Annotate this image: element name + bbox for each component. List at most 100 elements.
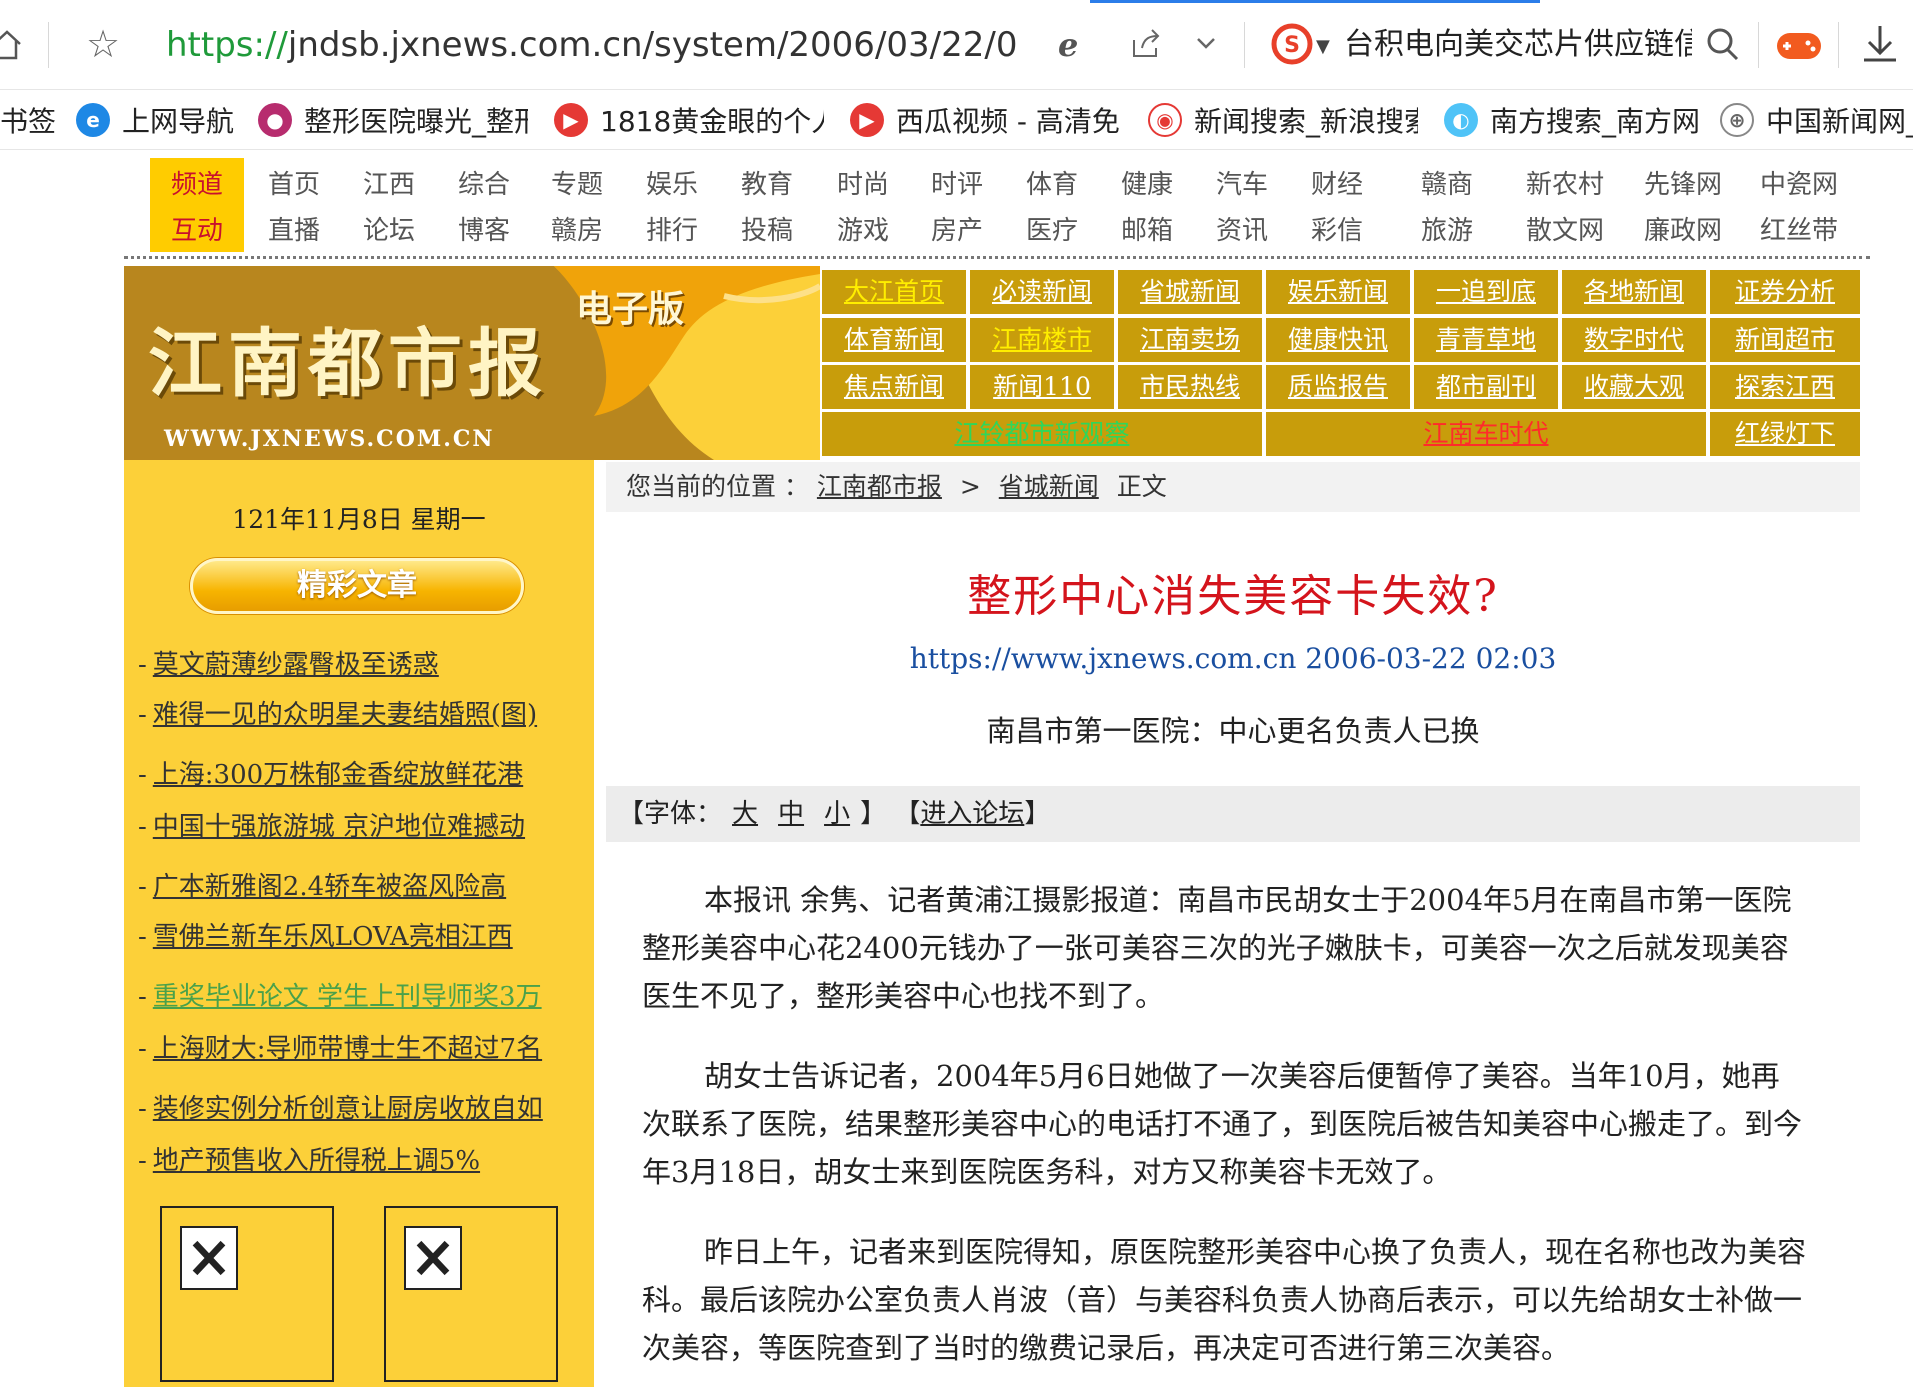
sidebar-link-text[interactable]: 莫文蔚薄纱露臀极至诱惑 [153,650,439,680]
sogou-search-engine-icon[interactable]: S [1270,22,1314,66]
section-link[interactable]: 必读新闻 [992,277,1092,306]
sidebar-link[interactable]: - 地产预售收入所得税上调5% [138,1140,594,1177]
bookmark-item[interactable]: ◉ 新闻搜索_新浪搜索 [1148,90,1418,150]
channel-link[interactable]: 散文网 [1510,210,1620,247]
section-link[interactable]: 新闻超市 [1735,325,1835,354]
section-link[interactable]: 江南卖场 [1140,325,1240,354]
channel-link[interactable]: 时尚 [816,164,910,201]
channel-link[interactable]: 健康 [1100,164,1194,201]
section-link[interactable]: 新闻110 [993,372,1091,401]
section-link[interactable]: 市民热线 [1140,372,1240,401]
breadcrumb-link-newspaper[interactable]: 江南都市报 [817,472,942,501]
section-link-cell[interactable]: 新闻110 [970,365,1114,409]
section-link-cell[interactable]: 大江首页 [822,270,966,314]
sidebar-link-text[interactable]: 难得一见的众明星夫妻结婚照(图) [153,700,537,730]
sidebar-link[interactable]: - 雪佛兰新车乐风LOVA亮相江西 [138,916,594,953]
channel-link[interactable]: 专题 [530,164,624,201]
sidebar-link[interactable]: - 上海:300万株郁金香绽放鲜花港 [138,754,594,791]
gamepad-icon[interactable] [1774,28,1824,64]
section-link-cell[interactable]: 必读新闻 [970,270,1114,314]
sidebar-link-text[interactable]: 重奖毕业论文 学生上刊导师奖3万 [153,982,542,1012]
channel-link[interactable]: 廉政网 [1628,210,1738,247]
section-link[interactable]: 体育新闻 [844,325,944,354]
channel-link[interactable]: 博客 [437,210,531,247]
section-link[interactable]: 江铃都市新观察 [954,419,1129,448]
broken-image-placeholder[interactable] [160,1206,334,1382]
channel-link[interactable]: 赣商 [1392,164,1502,201]
channel-link[interactable]: 直播 [247,210,341,247]
section-link-cell[interactable]: 焦点新闻 [822,365,966,409]
sidebar-link[interactable]: - 中国十强旅游城 京沪地位难撼动 [138,806,594,843]
channel-link[interactable]: 首页 [247,164,341,201]
sidebar-link-text[interactable]: 广本新雅阁2.4轿车被盗风险高 [153,872,506,902]
channel-link[interactable]: 邮箱 [1100,210,1194,247]
sidebar-link-text[interactable]: 中国十强旅游城 京沪地位难撼动 [153,812,525,842]
channel-link[interactable]: 游戏 [816,210,910,247]
channel-link[interactable]: 医疗 [1005,210,1099,247]
bookmark-item[interactable]: e 上网导航 [76,90,246,150]
sidebar-link[interactable]: - 广本新雅阁2.4轿车被盗风险高 [138,866,594,903]
section-link-cell[interactable]: 江南车时代 [1266,412,1706,456]
channel-link[interactable]: 旅游 [1392,210,1502,247]
ie-compat-icon[interactable]: ℯ [1058,28,1078,62]
channel-link[interactable]: 时评 [910,164,1004,201]
section-link-cell[interactable]: 数字时代 [1562,318,1706,362]
section-link-cell[interactable]: 红绿灯下 [1710,412,1860,456]
section-link-cell[interactable]: 一追到底 [1414,270,1558,314]
section-link[interactable]: 江南车时代 [1423,419,1548,448]
address-bar[interactable]: https://jndsb.jxnews.com.cn/system/2006/… [166,22,1016,68]
font-small-link[interactable]: 小 [824,799,850,829]
sidebar-link[interactable]: - 难得一见的众明星夫妻结婚照(图) [138,694,594,731]
section-link[interactable]: 探索江西 [1735,372,1835,401]
section-link-cell[interactable]: 探索江西 [1710,365,1860,409]
section-link[interactable]: 青青草地 [1436,325,1536,354]
channel-link[interactable]: 综合 [437,164,531,201]
section-link-cell[interactable]: 市民热线 [1118,365,1262,409]
section-link-cell[interactable]: 娱乐新闻 [1266,270,1410,314]
channel-link[interactable]: 资讯 [1195,210,1289,247]
bookmark-item[interactable]: ⊕ 中国新闻网_ [1720,90,1913,150]
sidebar-link-text[interactable]: 雪佛兰新车乐风LOVA亮相江西 [153,922,513,952]
section-link-cell[interactable]: 证券分析 [1710,270,1860,314]
channel-link[interactable]: 新农村 [1510,164,1620,201]
channel-link[interactable]: 江西 [342,164,436,201]
engine-caret-icon[interactable]: ▼ [1316,36,1330,57]
share-icon[interactable] [1130,26,1162,60]
sidebar-link-text[interactable]: 上海财大:导师带博士生不超过7名 [153,1034,542,1064]
section-link-cell[interactable]: 江南卖场 [1118,318,1262,362]
channel-link[interactable]: 投稿 [720,210,814,247]
sidebar-link[interactable]: - 上海财大:导师带博士生不超过7名 [138,1028,594,1065]
section-link[interactable]: 大江首页 [844,277,944,306]
section-link-cell[interactable]: 质监报告 [1266,365,1410,409]
bookmarks-folder[interactable]: 书签 [0,90,60,150]
section-link-cell[interactable]: 健康快讯 [1266,318,1410,362]
download-icon[interactable] [1858,22,1902,66]
section-link-cell[interactable]: 收藏大观 [1562,365,1706,409]
section-link[interactable]: 数字时代 [1584,325,1684,354]
home-icon[interactable] [0,24,22,64]
section-link[interactable]: 证券分析 [1735,277,1835,306]
section-link-cell[interactable]: 江铃都市新观察 [822,412,1262,456]
channel-link[interactable]: 娱乐 [625,164,719,201]
channel-link[interactable]: 中瓷网 [1744,164,1854,201]
search-icon[interactable] [1704,24,1742,64]
masthead-logo[interactable]: 江南都市报 电子版 WWW.JXNEWS.COM.CN [124,266,820,460]
section-link-cell[interactable]: 青青草地 [1414,318,1558,362]
section-link-cell[interactable]: 新闻超市 [1710,318,1860,362]
section-link[interactable]: 红绿灯下 [1735,419,1835,448]
section-link-cell[interactable]: 省城新闻 [1118,270,1262,314]
section-link[interactable]: 一追到底 [1436,277,1536,306]
search-input[interactable]: 台积电向美交芯片供应链信 [1344,22,1692,68]
section-link[interactable]: 江南楼市 [992,325,1092,354]
breadcrumb-link-city-news[interactable]: 省城新闻 [999,472,1099,501]
section-link-cell[interactable]: 各地新闻 [1562,270,1706,314]
channel-link[interactable]: 彩信 [1290,210,1384,247]
bookmark-star-icon[interactable]: ☆ [86,22,120,66]
section-link[interactable]: 质监报告 [1288,372,1388,401]
section-link[interactable]: 都市副刊 [1436,372,1536,401]
sidebar-link-text[interactable]: 地产预售收入所得税上调5% [153,1146,480,1176]
sidebar-link-text[interactable]: 上海:300万株郁金香绽放鲜花港 [153,760,523,790]
channel-link[interactable]: 房产 [910,210,1004,247]
channel-link[interactable]: 论坛 [342,210,436,247]
section-link-cell[interactable]: 都市副刊 [1414,365,1558,409]
